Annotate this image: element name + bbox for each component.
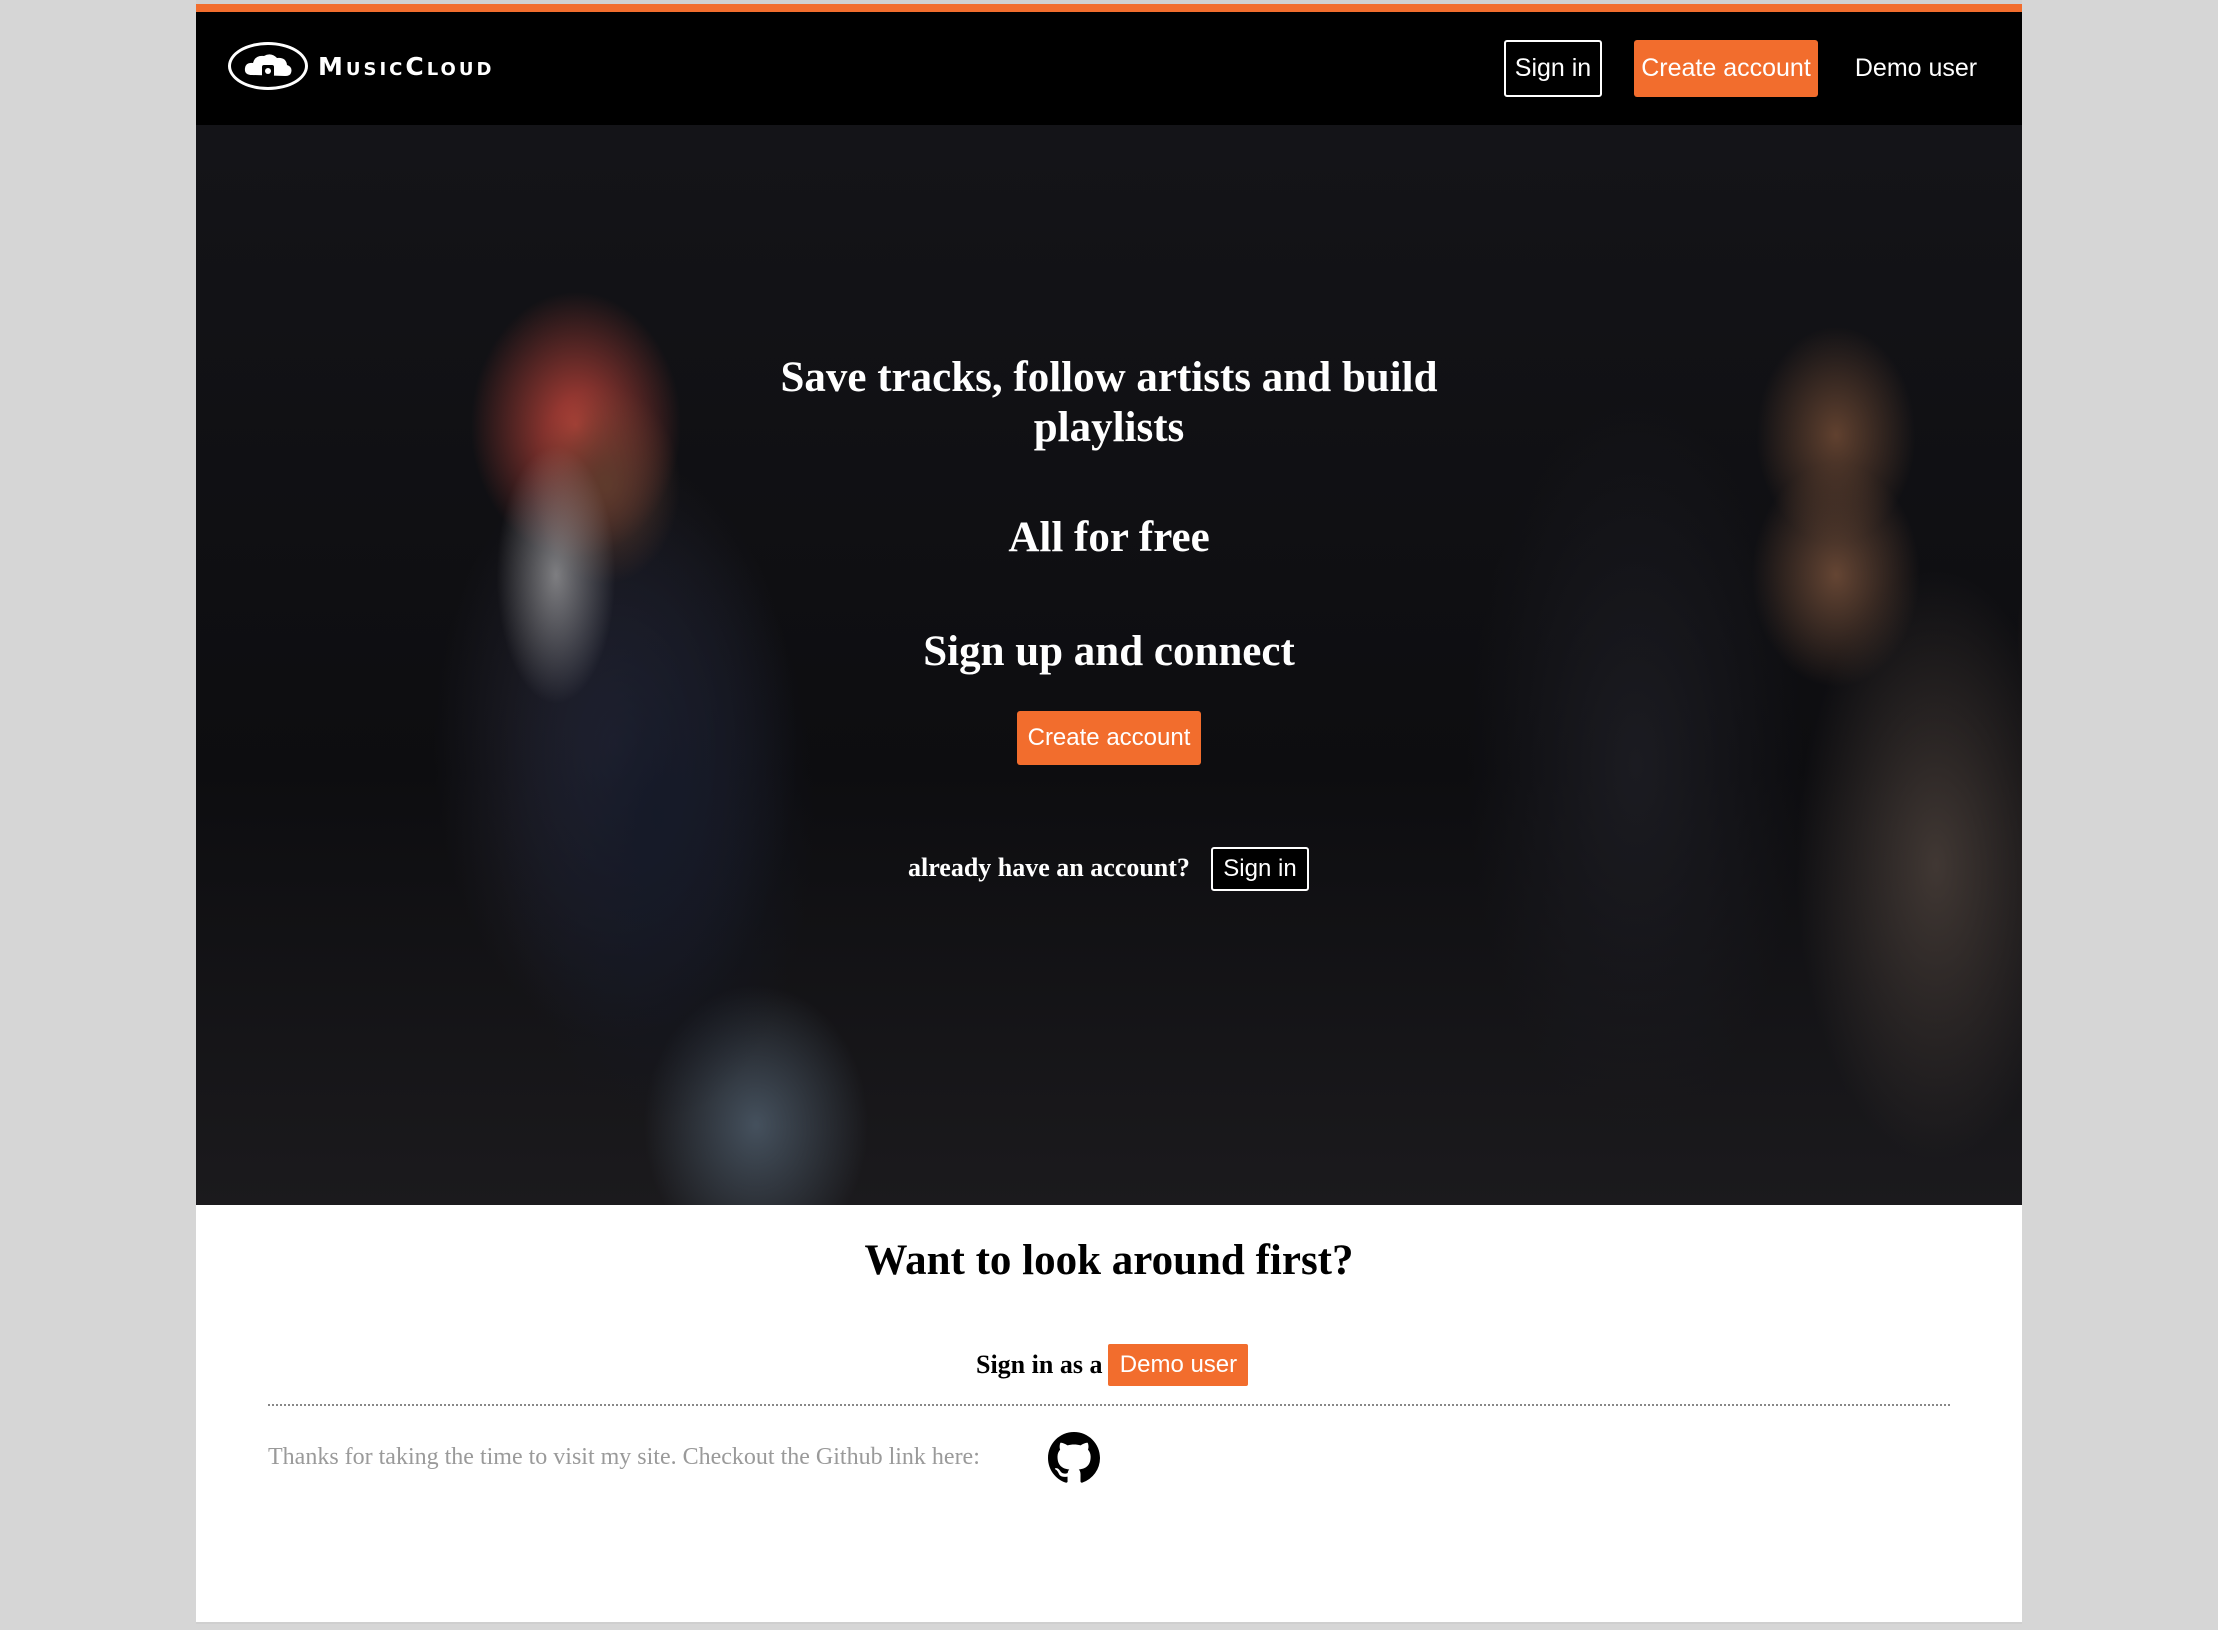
hero-signin-button[interactable]: Sign in	[1211, 847, 1309, 891]
hero-title-line2: playlists	[1033, 404, 1185, 451]
demo-user-button[interactable]: Demo user	[1108, 1344, 1249, 1386]
navbar: MusicCloud Sign in Create account Demo u…	[196, 12, 2022, 125]
brand-name: MusicCloud	[318, 51, 495, 81]
nav-signin-button[interactable]: Sign in	[1504, 40, 1602, 97]
demo-signin-label: Sign in as a	[976, 1350, 1103, 1379]
demo-signin-row: Sign in as a Demo user	[976, 1344, 1249, 1386]
nav-demo-user-link[interactable]: Demo user	[1846, 40, 1986, 97]
logo[interactable]: MusicCloud	[228, 42, 494, 90]
nav-create-account-button[interactable]: Create account	[1634, 40, 1818, 97]
footer-divider	[268, 1404, 1950, 1406]
hero-free-text: All for free	[1008, 514, 1210, 561]
hero-title-line1: Save tracks, follow artists and build	[780, 354, 1438, 401]
hero-create-account-button[interactable]: Create account	[1017, 711, 1201, 765]
github-icon[interactable]	[1048, 1432, 1100, 1484]
footer-text: Thanks for taking the time to visit my s…	[268, 1444, 980, 1470]
cloud-logo-icon	[228, 42, 308, 90]
already-have-account-text: already have an account?	[908, 853, 1190, 882]
page: MusicCloud Sign in Create account Demo u…	[196, 0, 2022, 1624]
hero-signup-text: Sign up and connect	[923, 628, 1295, 675]
look-around-heading: Want to look around first?	[864, 1237, 1354, 1284]
hero-banner: Save tracks, follow artists and build pl…	[196, 125, 2022, 1205]
top-accent-bar	[196, 0, 2022, 12]
hero-title: Save tracks, follow artists and build pl…	[196, 353, 2022, 453]
